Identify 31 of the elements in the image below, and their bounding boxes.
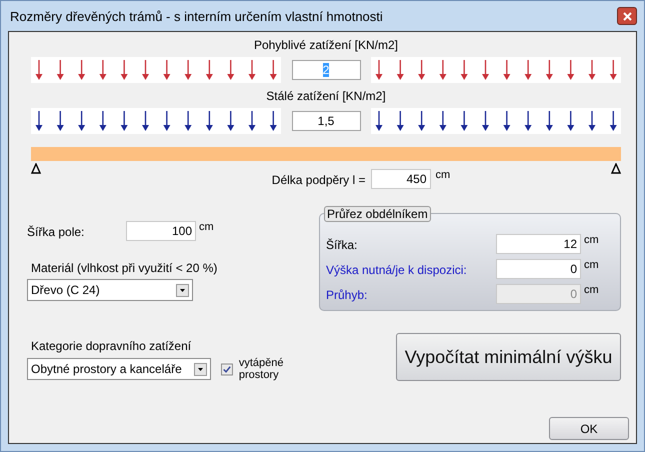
field-label: Průhyb: bbox=[326, 288, 368, 302]
value-input[interactable]: 0 bbox=[496, 259, 581, 279]
span-input[interactable]: 450 bbox=[370, 169, 431, 189]
material-label: Materiál (vlhkost při využití < 20 %) bbox=[31, 261, 218, 275]
field-width-label: Šířka pole: bbox=[27, 225, 86, 239]
material-dropdown[interactable]: Dřevo (C 24) bbox=[27, 279, 193, 301]
calculate-button[interactable]: Vypočítat minimální výšku bbox=[396, 333, 621, 381]
span-label: Délka podpěry l = bbox=[272, 173, 366, 187]
category-label: Kategorie dopravního zatížení bbox=[31, 339, 192, 353]
field-width-input[interactable]: 100 bbox=[126, 221, 196, 241]
field-label: Výška nutná/je k dispozici: bbox=[326, 263, 468, 277]
unit-label: cm bbox=[199, 221, 214, 233]
load-label: Pohyblivé zatížení [KN/m2] bbox=[252, 38, 400, 54]
unit-label: cm bbox=[583, 259, 600, 271]
field-label: Šířka: bbox=[326, 238, 358, 252]
support-icon bbox=[611, 163, 621, 174]
window-title: Rozměry dřevěných trámů - s interním určením vlastní hmotnosti bbox=[9, 8, 383, 24]
unit-label: cm bbox=[583, 234, 600, 246]
checkbox-label: vytápěné prostory bbox=[238, 357, 285, 381]
load-input[interactable]: 1,5 bbox=[292, 111, 360, 131]
group-title: Průřez obdélníkem bbox=[324, 206, 431, 222]
checkbox[interactable] bbox=[220, 362, 233, 376]
support-icon bbox=[31, 163, 41, 174]
ok-button[interactable]: OK bbox=[549, 417, 629, 440]
unit-label: cm bbox=[436, 169, 450, 181]
close-icon bbox=[622, 12, 632, 20]
close-button[interactable] bbox=[617, 7, 637, 25]
category-dropdown[interactable]: Obytné prostory a kanceláře bbox=[27, 358, 211, 380]
value-input[interactable]: 12 bbox=[496, 234, 581, 254]
unit-label: cm bbox=[583, 284, 600, 296]
load-label: Stálé zatížení [KN/m2] bbox=[265, 89, 387, 105]
